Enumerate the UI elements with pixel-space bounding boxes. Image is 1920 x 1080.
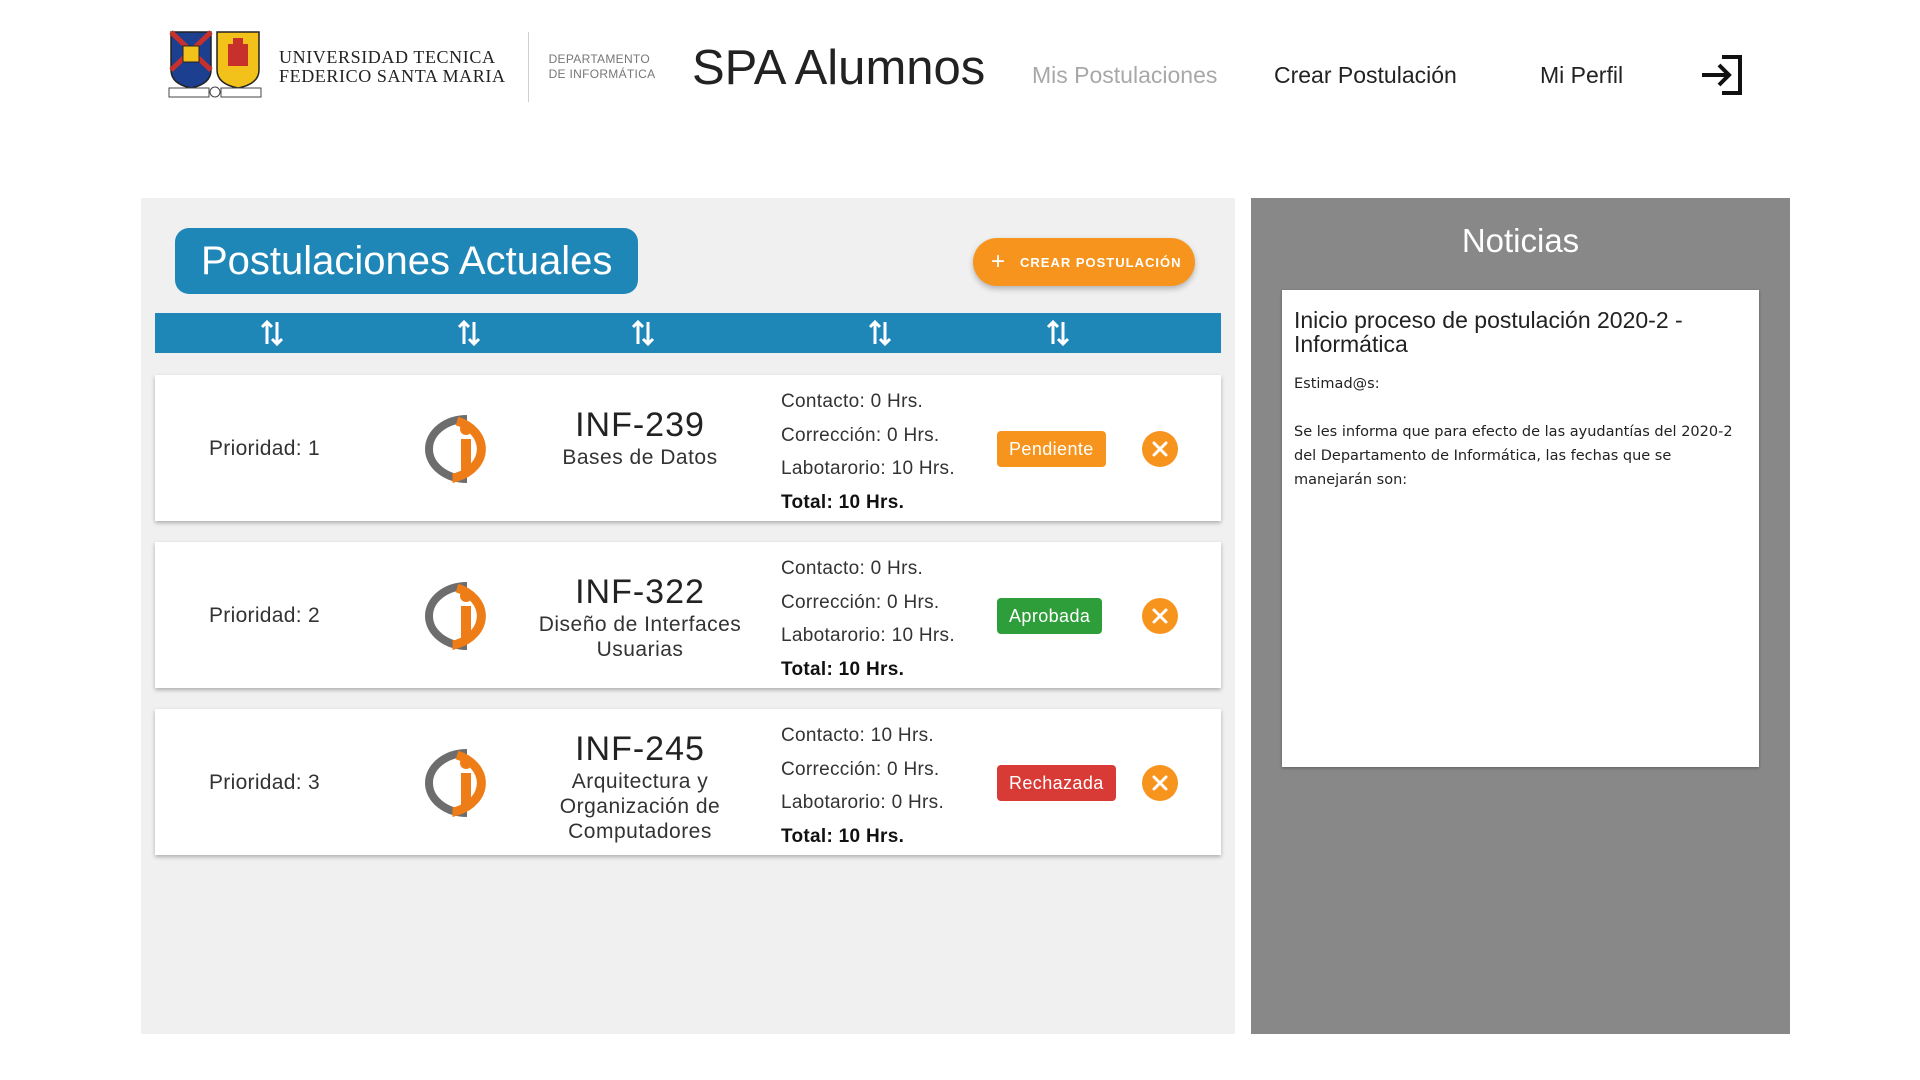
hours-breakdown: Contacto: 10 Hrs. Corrección: 0 Hrs. Lab… — [781, 719, 944, 853]
course-code: INF-239 — [575, 406, 705, 444]
course-name: Diseño de Interfaces Usuarias — [538, 613, 742, 661]
remove-application-button[interactable] — [1142, 431, 1178, 467]
news-title: Noticias — [1461, 222, 1580, 259]
news-headline: Inicio proceso de postulación 2020-2 - I… — [1294, 307, 1683, 357]
university-name: UNIVERSIDAD TECNICA FEDERICO SANTA MARIA — [279, 48, 506, 86]
course-code: INF-322 — [575, 573, 705, 611]
news-greeting: Estimad@s: — [1294, 376, 1380, 392]
course-info: INF-245 Arquitectura y Organización de C… — [515, 729, 765, 844]
course-info: INF-322 Diseño de Interfaces Usuarias — [515, 572, 765, 662]
department-name-line2: DE INFORMÁTICA — [548, 67, 656, 81]
application-card: Prioridad: 1 INF-239 Bases de Datos Cont… — [155, 375, 1221, 521]
app-title: SPA Alumnos — [692, 41, 986, 95]
hours-total: Total: 10 Hrs. — [781, 491, 905, 513]
di-logo-icon — [425, 582, 486, 651]
sort-hours-button[interactable] — [866, 318, 894, 348]
department-name-line1: DEPARTAMENTO — [548, 52, 650, 66]
sort-arrows-icon — [868, 319, 892, 347]
nav-mi-perfil[interactable]: Mi Perfil — [1540, 62, 1623, 89]
hours-contacto: Contacto: 0 Hrs. — [781, 558, 924, 579]
hours-breakdown: Contacto: 0 Hrs. Corrección: 0 Hrs. Labo… — [781, 385, 955, 519]
sort-status-button[interactable] — [1044, 318, 1072, 348]
di-logo — [423, 413, 511, 484]
plus-icon: + — [991, 248, 1007, 275]
di-logo-icon — [425, 749, 486, 818]
hours-laboratorio: Labotarorio: 10 Hrs. — [781, 625, 955, 646]
remove-application-button[interactable] — [1142, 765, 1178, 801]
hours-total: Total: 10 Hrs. — [781, 825, 905, 847]
close-icon — [1152, 775, 1168, 791]
panel-title: Postulaciones Actuales — [175, 228, 639, 294]
di-logo — [423, 747, 511, 818]
application-card: Prioridad: 2 INF-322 Diseño de Interface… — [155, 542, 1221, 688]
status-badge: Pendiente — [997, 431, 1106, 467]
university-name-line1: UNIVERSIDAD TECNICA — [279, 47, 496, 67]
nav-mis-postulaciones[interactable]: Mis Postulaciones — [1032, 62, 1217, 89]
news-body: Estimad@s: Se les informa que para efect… — [1294, 372, 1747, 492]
priority-label: Prioridad: 3 — [209, 771, 320, 794]
status-badge: Aprobada — [997, 598, 1103, 634]
news-paragraph: Se les informa que para efecto de las ay… — [1294, 424, 1733, 488]
close-icon — [1152, 441, 1168, 457]
logout-button[interactable] — [1700, 54, 1746, 96]
sort-arrows-icon — [260, 319, 284, 347]
university-name-line2: FEDERICO SANTA MARIA — [279, 66, 506, 86]
nav-crear-postulacion[interactable]: Crear Postulación — [1274, 62, 1457, 89]
priority-label: Prioridad: 2 — [209, 604, 320, 627]
hours-laboratorio: Labotarorio: 0 Hrs. — [781, 792, 945, 813]
sort-arrows-icon — [457, 319, 481, 347]
sort-bar — [155, 313, 1221, 353]
hours-correccion: Corrección: 0 Hrs. — [781, 424, 940, 446]
crest-icon — [168, 30, 262, 98]
university-crest-logo — [167, 30, 263, 104]
hours-total: Total: 10 Hrs. — [781, 658, 905, 680]
remove-application-button[interactable] — [1142, 598, 1178, 634]
news-card[interactable]: Inicio proceso de postulación 2020-2 - I… — [1282, 290, 1759, 767]
sort-course-button[interactable] — [629, 318, 657, 348]
course-info: INF-239 Bases de Datos — [515, 405, 765, 470]
di-logo-icon — [425, 415, 486, 484]
create-application-button[interactable]: + CREAR POSTULACIÓN — [973, 238, 1195, 286]
university-brand: UNIVERSIDAD TECNICA FEDERICO SANTA MARIA… — [167, 30, 655, 104]
department-name: DEPARTAMENTO DE INFORMÁTICA — [549, 52, 656, 82]
close-icon — [1152, 608, 1168, 624]
hours-correccion: Corrección: 0 Hrs. — [781, 758, 940, 780]
status-badge: Rechazada — [997, 765, 1116, 801]
course-code: INF-245 — [575, 730, 705, 768]
course-name: Bases de Datos — [562, 446, 718, 469]
application-card: Prioridad: 3 INF-245 Arquitectura y Orga… — [155, 709, 1221, 855]
hours-breakdown: Contacto: 0 Hrs. Corrección: 0 Hrs. Labo… — [781, 552, 955, 686]
hours-laboratorio: Labotarorio: 10 Hrs. — [781, 458, 955, 479]
news-panel: Noticias Inicio proceso de postulación 2… — [1251, 198, 1790, 1034]
applications-panel: Postulaciones Actuales + CREAR POSTULACI… — [141, 198, 1235, 1034]
create-application-label: CREAR POSTULACIÓN — [1020, 254, 1182, 270]
di-logo — [423, 580, 511, 651]
logout-icon — [1702, 55, 1742, 95]
priority-label: Prioridad: 1 — [209, 437, 320, 460]
sort-priority-button[interactable] — [258, 318, 286, 348]
brand-divider — [527, 32, 529, 102]
top-header: UNIVERSIDAD TECNICA FEDERICO SANTA MARIA… — [0, 0, 1920, 150]
course-name: Arquitectura y Organización de Computado… — [559, 770, 721, 843]
sort-logo-button[interactable] — [455, 318, 483, 348]
hours-correccion: Corrección: 0 Hrs. — [781, 591, 940, 613]
hours-contacto: Contacto: 10 Hrs. — [781, 725, 934, 746]
sort-arrows-icon — [631, 319, 655, 347]
sort-arrows-icon — [1046, 319, 1070, 347]
hours-contacto: Contacto: 0 Hrs. — [781, 391, 924, 412]
